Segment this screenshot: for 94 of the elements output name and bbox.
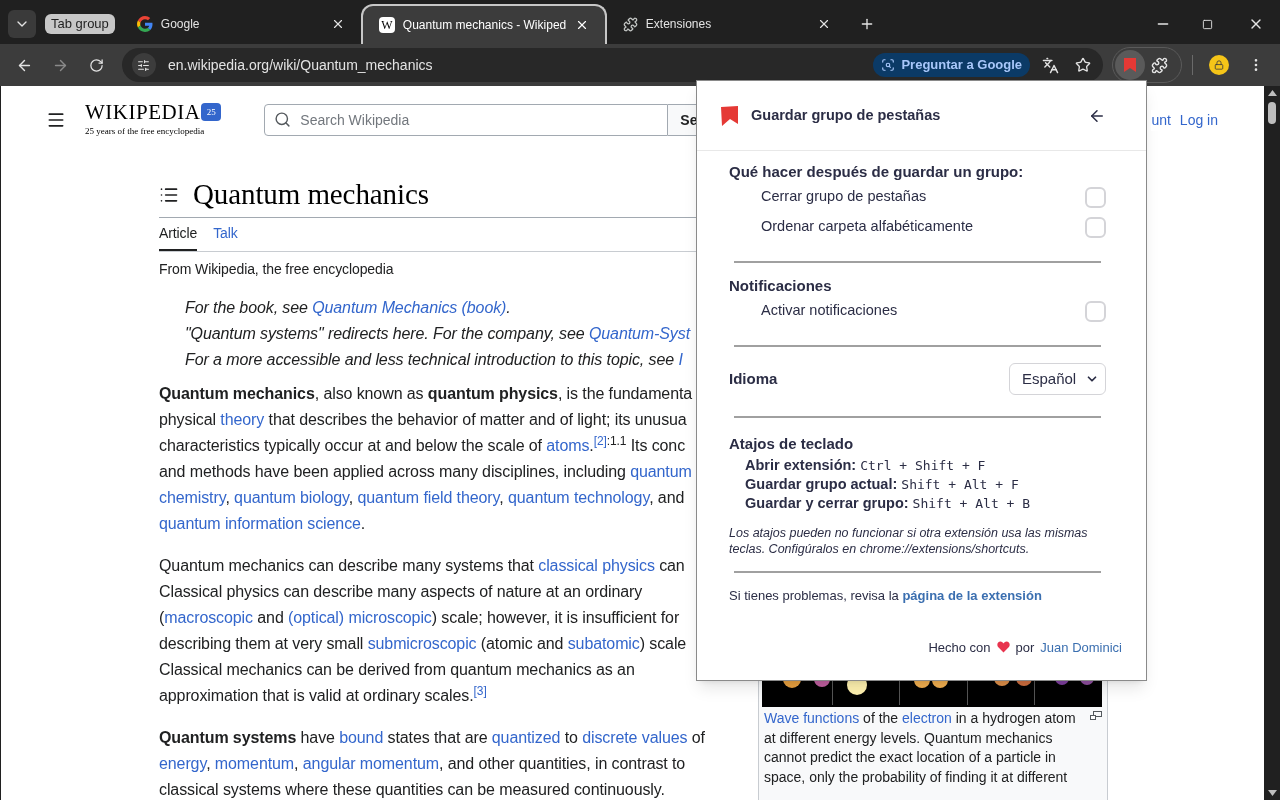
checkbox[interactable]	[1085, 186, 1106, 208]
page-tab[interactable]: Talk	[213, 218, 238, 251]
link[interactable]: theory	[220, 411, 265, 428]
link[interactable]: atoms	[546, 437, 590, 454]
checkbox[interactable]	[1085, 300, 1106, 322]
section-heading: Atajos de teclado	[729, 434, 855, 454]
link[interactable]: discrete values	[582, 729, 688, 746]
maximize-icon[interactable]	[1202, 18, 1213, 30]
wikipedia-tagline: 25 years of the free encyclopedia	[85, 124, 206, 138]
menu-icon[interactable]	[46, 110, 66, 130]
url-text: en.wikipedia.org/wiki/Quantum_mechanics	[167, 55, 433, 75]
site-info-button[interactable]	[131, 53, 156, 77]
search-field[interactable]: Search Wikipedia	[264, 104, 669, 136]
link[interactable]: electron	[902, 710, 952, 726]
address-bar[interactable]: en.wikipedia.org/wiki/Quantum_mechanics Preguntar a Google	[121, 48, 1104, 82]
bookmark-star-icon[interactable]	[1075, 57, 1092, 73]
link[interactable]: macroscopic	[164, 609, 253, 626]
hatnote: For the book, see Quantum Mechanics (book).	[185, 298, 511, 318]
option-label: Ordenar carpeta alfabéticamente	[761, 217, 973, 237]
tab-title: Google	[160, 16, 201, 33]
link[interactable]: quantum technology	[508, 489, 650, 506]
bookmark-icon	[721, 105, 739, 126]
link[interactable]: Quantum Mechanics (book)	[312, 299, 507, 316]
puzzle-icon	[622, 16, 638, 32]
link[interactable]: quantum information science	[159, 515, 361, 532]
bookmark-icon	[1123, 57, 1138, 73]
puzzle-badge: 25	[201, 103, 222, 122]
enlarge-icon[interactable]	[1090, 711, 1102, 721]
lock-icon	[1214, 60, 1224, 70]
paragraph: Quantum mechanics can describe many systems that classical physics can Classical physics can describe many aspects of nature at an ordinary (macroscopic and (optical) microscopic) scale; however, it is insufficient for describing them at very small submicroscopic (atomic and subatomic) scale Classical mechanics can be derived from quantum mechanics as an approximation that is valid at ordinary scales.$^{[3]}$	[159, 556, 687, 706]
scroll-up-arrow-icon[interactable]	[1267, 90, 1277, 96]
tab-search-button[interactable]	[8, 10, 36, 38]
paragraph: Quantum mechanics, also known as quantum physics, is the fundamenta physical theory that describes the behavior of matter and of light; its unusua characteristics typically occur at and below the scale of atoms.$^{[2]}$$^{:1.1}$ Its conc and methods have been applied across many disciplines, including quantum chemistry, quantum biology, quantum field theory, quantum technology, and quantum information science.	[159, 384, 693, 534]
link[interactable]: bound	[339, 729, 384, 746]
shortcut-line: Guardar grupo actual: Shift + Alt + F	[745, 475, 1019, 494]
wikipedia-favicon: W	[378, 17, 395, 33]
link[interactable]: quantum field theory	[357, 489, 500, 506]
shortcut-note: Los atajos pueden no funcionar si otra extensión usa las mismas teclas. Configúralos en chrome://extensions/shortcuts.	[729, 525, 1089, 557]
hatnote: For a more accessible and less technical introduction to this topic, see I	[185, 350, 683, 370]
extension-button[interactable]	[1115, 50, 1146, 80]
reference-link[interactable]: [2]	[593, 434, 607, 448]
heart-icon	[996, 641, 1010, 654]
shortcut-line: Guardar y cerrar grupo: Shift + Alt + B	[745, 494, 1030, 513]
popup-title: Guardar grupo de pestañas	[751, 105, 941, 125]
shortcut-line: Abrir extensión: Ctrl + Shift + F	[745, 456, 986, 475]
link[interactable]: submicroscopic	[367, 635, 477, 652]
link[interactable]: energy	[159, 755, 207, 772]
search-icon	[274, 111, 292, 128]
language-select[interactable]: Español	[1009, 363, 1106, 395]
link[interactable]: quantum	[630, 463, 692, 480]
help-text: Si tienes problemas, revisa la página de la extensión	[729, 587, 1042, 605]
tune-icon	[137, 58, 151, 72]
ask-google-chip[interactable]: Preguntar a Google	[873, 53, 1031, 77]
lens-icon	[881, 58, 896, 72]
extensions-icon[interactable]	[1151, 56, 1169, 74]
checkbox[interactable]	[1085, 216, 1106, 238]
link[interactable]: chemistry	[159, 489, 226, 506]
hatnote: "Quantum systems" redirects here. For the company, see Quantum-Syst	[185, 324, 690, 344]
link[interactable]: (optical) microscopic	[288, 609, 432, 626]
translate-icon[interactable]	[1042, 56, 1060, 74]
tab-group-chip[interactable]: Tab group	[45, 14, 115, 34]
link[interactable]: classical physics	[538, 557, 655, 574]
link[interactable]: Wave functions	[764, 710, 860, 726]
link[interactable]: I	[678, 351, 683, 368]
page-tab[interactable]: Article	[159, 218, 198, 251]
profile-button[interactable]	[1209, 55, 1229, 75]
google-icon	[136, 16, 153, 32]
section-heading: Idioma	[729, 368, 778, 389]
tab-title: Extensiones	[645, 16, 713, 33]
option-label: Activar notificaciones	[761, 301, 898, 321]
scrollbar[interactable]	[1264, 86, 1280, 800]
link[interactable]: momentum	[214, 755, 295, 772]
reload-icon[interactable]	[88, 57, 104, 73]
author-link[interactable]: Juan Dominici	[1040, 637, 1122, 657]
image-caption: Wave functions of the electron in a hydrogen atom at different energy levels. Quantum mechanics cannot predict the exact location of a particle in space, only the probability of finding it at different	[764, 709, 1076, 787]
link[interactable]: quantized	[491, 729, 561, 746]
site-subtitle: From Wikipedia, the free encyclopedia	[159, 260, 395, 279]
credit-text: Hecho con por Juan Dominici	[928, 637, 1122, 657]
wikipedia-wordmark[interactable]: WIKIPEDIA	[85, 101, 201, 123]
scrollbar-thumb[interactable]	[1268, 102, 1276, 124]
link[interactable]: quantum biology	[234, 489, 349, 506]
browser-tab[interactable]: Google	[120, 4, 361, 44]
browser-tab[interactable]: Extensiones	[606, 4, 847, 44]
reference-link[interactable]: [3]	[473, 684, 487, 698]
paragraph: Quantum systems have bound states that are quantized to discrete values of energy, momentum, angular momentum, and other quantities, in contrast to classical systems where these quantities can be measured continuously.	[159, 728, 705, 800]
section-heading: Qué hacer después de guardar un grupo:	[729, 162, 1025, 182]
link[interactable]: Quantum-Syst	[588, 325, 690, 342]
section-heading: Notificaciones	[729, 276, 833, 296]
scroll-down-arrow-icon[interactable]	[1267, 790, 1277, 796]
option-label: Cerrar grupo de pestañas	[761, 187, 927, 207]
link[interactable]: subatomic	[567, 635, 640, 652]
link[interactable]: página de la extensión	[902, 588, 1042, 603]
link[interactable]: angular momentum	[302, 755, 440, 772]
page-title: Quantum mechanics	[193, 176, 429, 212]
